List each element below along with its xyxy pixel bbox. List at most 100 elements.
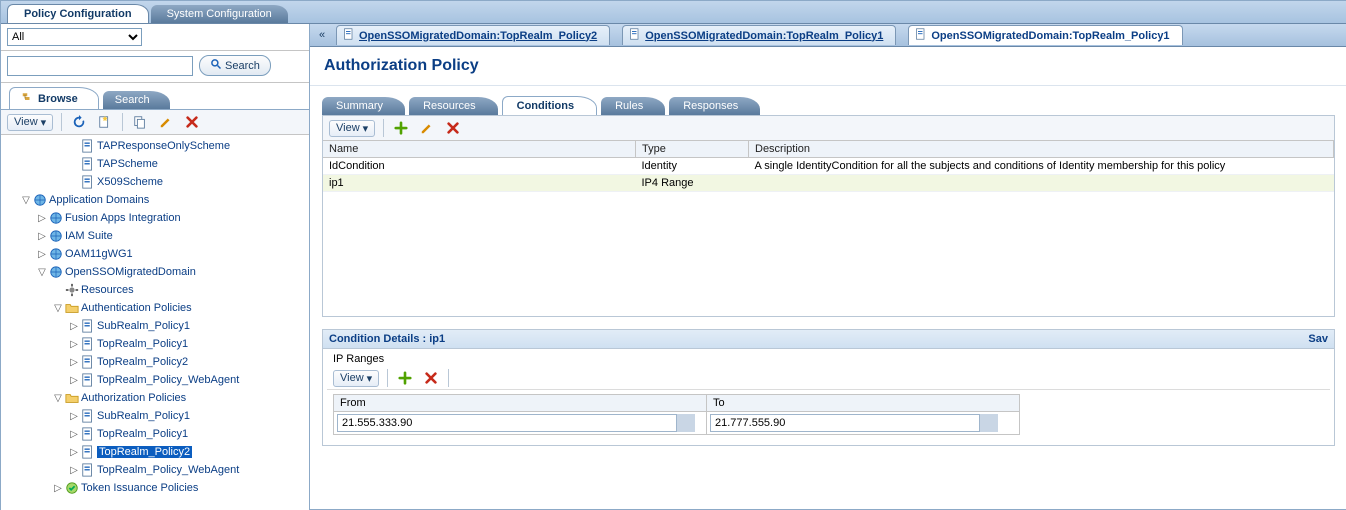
tree-toggle-icon[interactable]: ▷	[69, 375, 79, 386]
tree-toggle-icon[interactable]: ▷	[37, 231, 47, 242]
tree-node-label[interactable]: OpenSSOMigratedDomain	[65, 266, 196, 278]
policy-tree[interactable]: TAPResponseOnlyScheme TAPScheme X509Scheme…	[1, 135, 309, 510]
tree-node[interactable]: TAPResponseOnlyScheme	[1, 137, 309, 155]
tabs-scroll-left-icon[interactable]: «	[314, 27, 330, 43]
conditions-table[interactable]: NameTypeDescription IdConditionIdentityA…	[323, 141, 1334, 192]
tree-node-label[interactable]: SubRealm_Policy1	[97, 320, 190, 332]
conditions-view-menu[interactable]: View ▾	[329, 120, 375, 137]
tree-node[interactable]: ▷ SubRealm_Policy1	[1, 407, 309, 425]
ip-ranges-table[interactable]: From To	[333, 394, 1020, 435]
add-condition-icon[interactable]	[392, 119, 410, 137]
column-header[interactable]: Name	[323, 141, 636, 158]
tree-node-label[interactable]: Resources	[81, 284, 134, 296]
tab-conditions[interactable]: Conditions	[502, 96, 597, 115]
tree-search-button[interactable]: Search	[199, 55, 271, 76]
tree-node-label[interactable]: TopRealm_Policy1	[97, 338, 188, 350]
table-row[interactable]: ip1IP4 Range	[323, 175, 1334, 192]
delete-condition-icon[interactable]	[444, 119, 462, 137]
ip-view-menu[interactable]: View ▾	[333, 370, 379, 387]
add-ip-range-icon[interactable]	[396, 369, 414, 387]
save-button[interactable]: Sav	[1308, 333, 1328, 345]
tree-node-label[interactable]: TAPScheme	[97, 158, 158, 170]
copy-icon[interactable]	[131, 113, 149, 131]
tree-node[interactable]: ▷ TopRealm_Policy1	[1, 425, 309, 443]
tree-node[interactable]: ▽ OpenSSOMigratedDomain	[1, 263, 309, 281]
tree-node[interactable]: ▷ OAM11gWG1	[1, 245, 309, 263]
ip-from-input[interactable]	[337, 414, 677, 432]
tree-toggle-icon[interactable]: ▷	[37, 213, 47, 224]
tree-node-label[interactable]: TAPResponseOnlyScheme	[97, 140, 230, 152]
tree-toggle-icon[interactable]: ▷	[69, 465, 79, 476]
tab-browse[interactable]: Browse	[9, 87, 99, 109]
tab-policy-configuration[interactable]: Policy Configuration	[7, 4, 149, 23]
tab-responses[interactable]: Responses	[669, 97, 760, 115]
tree-node-label[interactable]: X509Scheme	[97, 176, 163, 188]
tree-node[interactable]: ▽ Authentication Policies	[1, 299, 309, 317]
tree-node-label[interactable]: SubRealm_Policy1	[97, 410, 190, 422]
tree-node[interactable]: ▷ TopRealm_Policy2	[1, 443, 309, 461]
tree-node[interactable]: ▷ Fusion Apps Integration	[1, 209, 309, 227]
edit-condition-icon[interactable]	[418, 119, 436, 137]
column-header[interactable]: Description	[749, 141, 1334, 158]
tree-node-label[interactable]: IAM Suite	[65, 230, 113, 242]
edit-icon[interactable]	[157, 113, 175, 131]
editor-tab[interactable]: OpenSSOMigratedDomain:TopRealm_Policy1	[908, 25, 1182, 45]
doc-icon	[81, 427, 95, 441]
tree-toggle-icon[interactable]: ▷	[69, 429, 79, 440]
tree-node-label[interactable]: TopRealm_Policy_WebAgent	[97, 374, 239, 386]
tree-toggle-icon[interactable]: ▷	[69, 411, 79, 422]
tree-node[interactable]: ▷ TopRealm_Policy1	[1, 335, 309, 353]
tree-node[interactable]: Resources	[1, 281, 309, 299]
tree-node[interactable]: ▷ TopRealm_Policy_WebAgent	[1, 461, 309, 479]
tree-toggle-icon[interactable]: ▽	[53, 303, 63, 314]
ip-to-input[interactable]	[710, 414, 980, 432]
editor-tab[interactable]: OpenSSOMigratedDomain:TopRealm_Policy1	[622, 25, 896, 45]
tree-node-label[interactable]: OAM11gWG1	[65, 248, 133, 260]
tree-node-label[interactable]: TopRealm_Policy2	[97, 356, 188, 368]
tree-toggle-icon[interactable]: ▽	[21, 195, 31, 206]
tab-summary[interactable]: Summary	[322, 97, 405, 115]
tree-node-label[interactable]: TopRealm_Policy1	[97, 428, 188, 440]
tree-node-label[interactable]: TopRealm_Policy_WebAgent	[97, 464, 239, 476]
tree-toggle-icon[interactable]: ▷	[37, 249, 47, 260]
tab-resources[interactable]: Resources	[409, 97, 498, 115]
tree-node[interactable]: X509Scheme	[1, 173, 309, 191]
tree-toggle-icon[interactable]: ▽	[53, 393, 63, 404]
column-header[interactable]: Type	[636, 141, 749, 158]
tab-rules[interactable]: Rules	[601, 97, 665, 115]
tree-node[interactable]: ▽ Authorization Policies	[1, 389, 309, 407]
delete-icon[interactable]	[183, 113, 201, 131]
filter-all-select[interactable]: All	[7, 28, 142, 46]
tree-node-label[interactable]: Authentication Policies	[81, 302, 192, 314]
tree-node-label[interactable]: Token Issuance Policies	[81, 482, 198, 494]
tree-node-label[interactable]: Fusion Apps Integration	[65, 212, 181, 224]
tree-node[interactable]: ▷ TopRealm_Policy_WebAgent	[1, 371, 309, 389]
tree-toggle-icon[interactable]: ▷	[69, 357, 79, 368]
tree-search-input[interactable]	[7, 56, 193, 76]
tab-search[interactable]: Search	[103, 91, 170, 109]
top-tab-bar: Policy Configuration System Configuratio…	[1, 1, 1346, 24]
delete-ip-range-icon[interactable]	[422, 369, 440, 387]
view-label: View	[336, 122, 360, 134]
table-row[interactable]: IdConditionIdentityA single IdentityCond…	[323, 158, 1334, 175]
refresh-icon[interactable]	[70, 113, 88, 131]
new-icon[interactable]	[96, 113, 114, 131]
tree-node[interactable]: ▷ TopRealm_Policy2	[1, 353, 309, 371]
tree-toggle-icon[interactable]: ▷	[69, 339, 79, 350]
tab-system-configuration[interactable]: System Configuration	[151, 5, 288, 23]
tree-node-label[interactable]: Authorization Policies	[81, 392, 186, 404]
editor-tab[interactable]: OpenSSOMigratedDomain:TopRealm_Policy2	[336, 25, 610, 45]
tree-toggle-icon[interactable]: ▷	[53, 483, 63, 494]
tree-view-menu[interactable]: View ▾	[7, 114, 53, 131]
ip-range-row[interactable]	[334, 412, 1020, 435]
tree-node[interactable]: TAPScheme	[1, 155, 309, 173]
tree-node[interactable]: ▷ SubRealm_Policy1	[1, 317, 309, 335]
tree-toggle-icon[interactable]: ▷	[69, 321, 79, 332]
tree-node[interactable]: ▷ IAM Suite	[1, 227, 309, 245]
tree-toggle-icon[interactable]: ▷	[69, 447, 79, 458]
tree-node-label[interactable]: Application Domains	[49, 194, 149, 206]
tree-node-label[interactable]: TopRealm_Policy2	[97, 446, 192, 458]
tree-node[interactable]: ▷ Token Issuance Policies	[1, 479, 309, 497]
tree-node[interactable]: ▽ Application Domains	[1, 191, 309, 209]
tree-toggle-icon[interactable]: ▽	[37, 267, 47, 278]
